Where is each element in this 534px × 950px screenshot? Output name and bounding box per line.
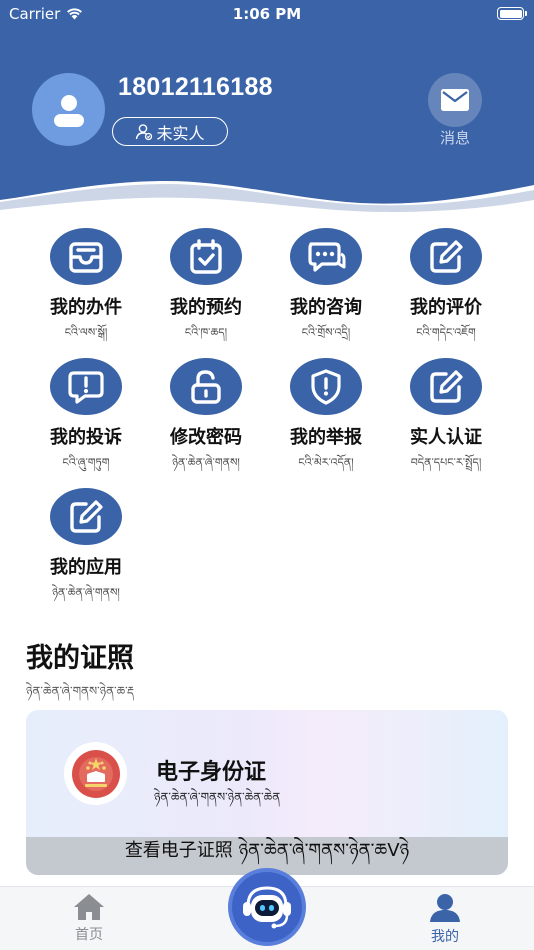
service-my-cases[interactable]: 我的办件 ངའི་ལས་སྒོ། bbox=[26, 228, 146, 351]
verify-status-button[interactable]: 未实人 bbox=[112, 117, 228, 146]
tab-home-label: 首页 bbox=[75, 927, 103, 943]
status-bar: Carrier 1:06 PM bbox=[0, 0, 534, 30]
envelope-icon bbox=[441, 89, 469, 111]
service-my-consultations[interactable]: 我的咨询 ངའི་གྲོས་འདྲི། bbox=[266, 228, 386, 351]
unlock-icon bbox=[170, 358, 242, 415]
tab-home[interactable]: 首页 bbox=[54, 893, 124, 944]
robot-assistant-icon bbox=[243, 886, 291, 929]
service-my-reports[interactable]: 我的举报 ངའི་མེར་འདོན། bbox=[266, 358, 386, 481]
certificates-title: 我的证照 bbox=[26, 643, 134, 674]
services-grid: 我的办件 ངའི་ལས་སྒོ། 我的预约 ངའི་ཁ་ཆད། 我的咨询 ངའི… bbox=[26, 228, 508, 611]
service-change-password[interactable]: 修改密码 ཉེན་ཆེན་ཞེ་གནས། bbox=[146, 358, 266, 481]
alert-message-icon bbox=[50, 358, 122, 415]
battery-icon bbox=[497, 7, 527, 20]
verify-status-label: 未实人 bbox=[156, 123, 205, 143]
edit-icon bbox=[410, 358, 482, 415]
avatar[interactable] bbox=[32, 73, 105, 146]
home-icon bbox=[74, 894, 104, 920]
calendar-check-icon bbox=[170, 228, 242, 285]
user-phone: 18012116188 bbox=[118, 73, 273, 101]
service-real-name-verification[interactable]: 实人认证 བདེན་དཔང་ར་སྤྲོད། bbox=[386, 358, 506, 481]
user-avatar-icon bbox=[53, 94, 84, 127]
card-name-subtitle: ཉེན་ཆེན་ཞེ་གནས་ཉེན་ཆེན་ཆེན bbox=[154, 790, 281, 804]
service-my-complaints[interactable]: 我的投诉 ངའི་ཞུ་གཏུག bbox=[26, 358, 146, 481]
shield-alert-icon bbox=[290, 358, 362, 415]
national-emblem-icon bbox=[64, 742, 127, 805]
tab-mine-label: 我的 bbox=[431, 929, 459, 945]
status-time: 1:06 PM bbox=[232, 5, 302, 23]
card-name: 电子身份证 bbox=[156, 760, 267, 785]
certificates-subtitle: ཉེན་ཆེན་ཞེ་གནས་ཉེན་ཆ་རྡ bbox=[26, 684, 135, 698]
messages-button[interactable] bbox=[428, 73, 482, 127]
service-my-reviews[interactable]: 我的评价 ངའི་གདེང་འཇོག bbox=[386, 228, 506, 351]
person-icon bbox=[430, 894, 460, 922]
user-verify-icon bbox=[136, 123, 153, 140]
edit-icon bbox=[410, 228, 482, 285]
ai-assistant-button[interactable] bbox=[228, 868, 306, 946]
chat-bubbles-icon bbox=[290, 228, 362, 285]
service-my-apps[interactable]: 我的应用 ཉེན་ཆེན་ཞེ་གནས། bbox=[26, 488, 146, 611]
e-id-card[interactable]: 电子身份证 ཉེན་ཆེན་ཞེ་གནས་ཉེན་ཆེན་ཆེན 查看电子证照 … bbox=[26, 710, 508, 875]
inbox-icon bbox=[50, 228, 122, 285]
profile-header: Carrier 1:06 PM 18012116188 未实人 消息 bbox=[0, 0, 534, 215]
service-my-appointments[interactable]: 我的预约 ངའི་ཁ་ཆད། bbox=[146, 228, 266, 351]
edit-icon bbox=[50, 488, 122, 545]
tab-mine[interactable]: 我的 bbox=[410, 893, 480, 946]
messages-label: 消息 bbox=[439, 129, 470, 147]
